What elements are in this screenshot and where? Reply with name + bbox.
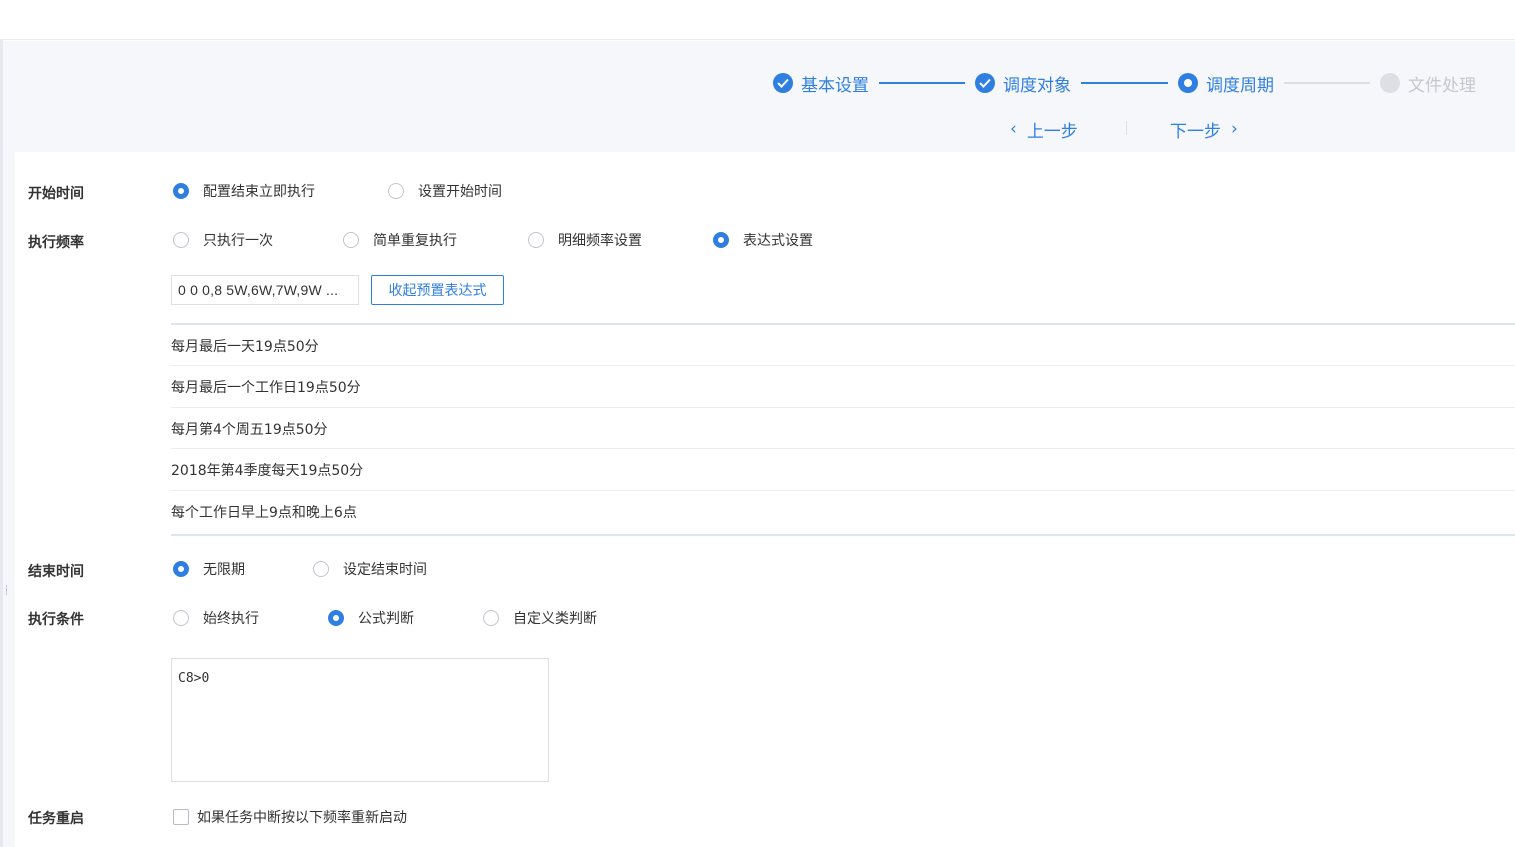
step-connector <box>1284 82 1370 84</box>
start-time-label: 开始时间 <box>28 186 84 202</box>
dot-circle-icon <box>1178 73 1198 93</box>
check-circle-icon <box>773 73 793 93</box>
preset-item[interactable]: 每月最后一个工作日19点50分 <box>171 366 1515 408</box>
radio-icon <box>343 232 359 248</box>
radio-label: 始终执行 <box>203 611 259 627</box>
expression-input[interactable]: 0 0 0,8 5W,6W,7W,9W ... <box>171 275 359 305</box>
left-strip <box>3 152 15 847</box>
radio-label: 设定结束时间 <box>343 562 427 578</box>
preset-item[interactable]: 2018年第4季度每天19点50分 <box>171 449 1515 491</box>
radio-icon <box>173 232 189 248</box>
step-label: 调度周期 <box>1206 75 1274 96</box>
collapse-presets-button[interactable]: 收起预置表达式 <box>371 275 504 305</box>
step-label: 调度对象 <box>1003 75 1071 96</box>
condition-label: 执行条件 <box>28 612 84 628</box>
radio-set-start-time[interactable]: 设置开始时间 <box>388 181 502 201</box>
radio-icon <box>528 232 544 248</box>
radio-label: 自定义类判断 <box>513 611 597 627</box>
chevron-right-icon: › <box>1231 119 1238 139</box>
radio-icon <box>173 183 189 199</box>
checkbox-icon <box>173 809 189 825</box>
radio-always-run[interactable]: 始终执行 <box>173 608 259 628</box>
radio-no-end[interactable]: 无限期 <box>173 559 245 579</box>
step-basic-settings[interactable]: 基本设置 <box>773 70 869 96</box>
restart-label: 任务重启 <box>28 811 84 827</box>
step-schedule-object[interactable]: 调度对象 <box>975 70 1071 96</box>
check-circle-icon <box>975 73 995 93</box>
radio-icon <box>483 610 499 626</box>
step-schedule-period[interactable]: 调度周期 <box>1178 70 1274 96</box>
radio-formula[interactable]: 公式判断 <box>328 608 414 628</box>
step-connector <box>1081 82 1168 84</box>
chevron-left-icon: ‹ <box>1010 119 1017 139</box>
step-file-processing[interactable]: 文件处理 <box>1380 70 1476 96</box>
nav-divider <box>1126 121 1127 135</box>
radio-start-immediately[interactable]: 配置结束立即执行 <box>173 181 315 201</box>
preset-item[interactable]: 每个工作日早上9点和晚上6点 <box>171 491 1515 532</box>
radio-run-once[interactable]: 只执行一次 <box>173 230 273 250</box>
checkbox-label: 如果任务中断按以下频率重新启动 <box>197 810 407 826</box>
next-step-label: 下一步 <box>1170 121 1221 142</box>
steps-header <box>3 41 1515 152</box>
formula-textarea[interactable]: C8>0 <box>171 658 549 782</box>
resize-handle-icon[interactable]: ⁞ ⁞ <box>5 585 11 603</box>
frequency-label: 执行频率 <box>28 235 84 251</box>
preset-item[interactable]: 每月最后一天19点50分 <box>171 325 1515 367</box>
radio-icon <box>388 183 404 199</box>
top-bar <box>0 0 1515 40</box>
radio-icon <box>173 561 189 577</box>
radio-label: 只执行一次 <box>203 233 273 249</box>
preset-expression-list: 每月最后一天19点50分 每月最后一个工作日19点50分 每月第4个周五19点5… <box>171 323 1515 536</box>
radio-detailed-frequency[interactable]: 明细频率设置 <box>528 230 642 250</box>
radio-label: 简单重复执行 <box>373 233 457 249</box>
radio-label: 表达式设置 <box>743 233 813 249</box>
preset-item[interactable]: 每月第4个周五19点50分 <box>171 408 1515 450</box>
radio-icon <box>173 610 189 626</box>
radio-icon <box>313 561 329 577</box>
radio-expression[interactable]: 表达式设置 <box>713 230 813 250</box>
radio-label: 无限期 <box>203 562 245 578</box>
radio-simple-repeat[interactable]: 简单重复执行 <box>343 230 457 250</box>
prev-step-button[interactable]: ‹ 上一步 <box>1010 117 1078 142</box>
radio-label: 明细频率设置 <box>558 233 642 249</box>
radio-custom-class[interactable]: 自定义类判断 <box>483 608 597 628</box>
radio-icon <box>328 610 344 626</box>
step-label: 文件处理 <box>1408 75 1476 96</box>
restart-checkbox[interactable]: 如果任务中断按以下频率重新启动 <box>173 807 407 827</box>
step-label: 基本设置 <box>801 75 869 96</box>
radio-label: 配置结束立即执行 <box>203 184 315 200</box>
prev-step-label: 上一步 <box>1026 121 1078 142</box>
radio-label: 设置开始时间 <box>418 184 502 200</box>
end-time-label: 结束时间 <box>28 564 84 580</box>
next-step-button[interactable]: 下一步 › <box>1170 117 1238 142</box>
step-connector <box>879 82 965 84</box>
gray-circle-icon <box>1380 73 1400 93</box>
radio-icon <box>713 232 729 248</box>
radio-label: 公式判断 <box>358 611 414 627</box>
radio-set-end-time[interactable]: 设定结束时间 <box>313 559 427 579</box>
